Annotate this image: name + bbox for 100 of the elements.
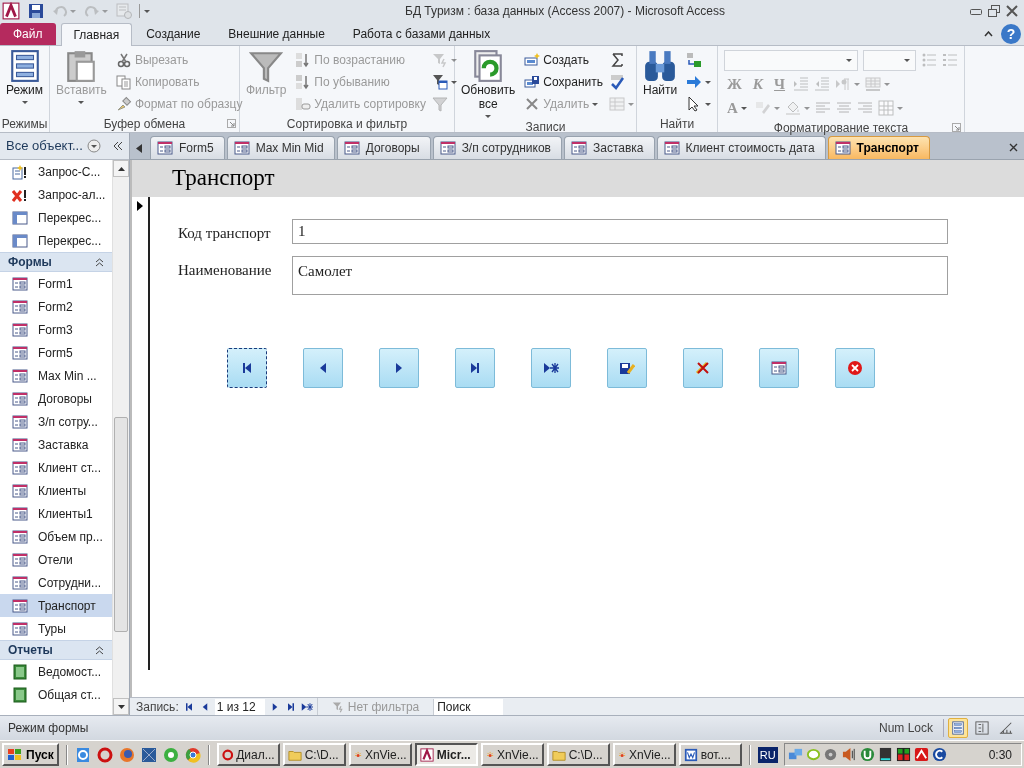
- restore-icon[interactable]: [988, 5, 1000, 17]
- document-tab[interactable]: Клиент стоимость дата: [656, 136, 826, 159]
- document-icon[interactable]: [74, 746, 91, 763]
- nav-item[interactable]: Заставка: [0, 433, 112, 456]
- scroll-left-icon[interactable]: [136, 143, 142, 153]
- record-number-field[interactable]: 1 из 12: [214, 698, 265, 715]
- view-button[interactable]: Режим: [3, 49, 46, 104]
- taskbar-button[interactable]: C:\D...: [282, 743, 346, 766]
- nav-item[interactable]: Запрос-ал...: [0, 183, 112, 206]
- form-button[interactable]: [759, 347, 799, 388]
- taskbar-button[interactable]: XnVie...: [480, 743, 544, 766]
- ribbon-tab[interactable]: Главная: [60, 23, 133, 46]
- section-header[interactable]: Отчеты: [0, 640, 112, 660]
- save-record-button[interactable]: [607, 347, 647, 388]
- document-tab[interactable]: Max Min Mid: [226, 136, 335, 159]
- form-view-button[interactable]: [948, 718, 968, 738]
- file-tab[interactable]: Файл: [0, 23, 56, 45]
- start-button[interactable]: Пуск: [2, 743, 59, 766]
- nav-item[interactable]: З/п сотру...: [0, 410, 112, 433]
- chat-icon[interactable]: [162, 746, 179, 763]
- nav-item[interactable]: Max Min ...: [0, 364, 112, 387]
- launcher-icon[interactable]: [952, 123, 961, 132]
- ribbon-tab[interactable]: Работа с базами данных: [338, 23, 505, 45]
- globe-icon[interactable]: [118, 746, 135, 763]
- collapse-pane-icon[interactable]: [113, 141, 123, 151]
- nav-item[interactable]: Запрос-С...: [0, 160, 112, 183]
- network-icon[interactable]: [787, 747, 803, 762]
- close-icon[interactable]: [1009, 142, 1018, 152]
- nav-item[interactable]: Ведомост...: [0, 660, 112, 683]
- document-tab[interactable]: Form5: [150, 136, 225, 159]
- language-indicator[interactable]: RU: [757, 746, 778, 763]
- nav-item[interactable]: Транспорт: [0, 594, 112, 617]
- layout-view-button[interactable]: [972, 718, 992, 738]
- close-button[interactable]: [835, 347, 875, 388]
- first-record-button[interactable]: [227, 347, 267, 388]
- last-record-button[interactable]: [455, 347, 495, 388]
- dropdown-icon[interactable]: [86, 139, 101, 153]
- speaker-icon[interactable]: [841, 747, 857, 762]
- caret-icon[interactable]: [21, 101, 28, 104]
- input-field[interactable]: Самолет: [292, 255, 948, 295]
- app-icon[interactable]: [2, 2, 20, 20]
- nav-item[interactable]: Отели: [0, 548, 112, 571]
- nav-item[interactable]: Туры: [0, 617, 112, 640]
- taskbar-button[interactable]: Micr...: [414, 743, 478, 766]
- collapse-icon[interactable]: [984, 31, 993, 37]
- launcher-icon[interactable]: [227, 119, 236, 128]
- arrow-icon[interactable]: [686, 74, 712, 90]
- section-header[interactable]: Формы: [0, 252, 112, 272]
- nav-item[interactable]: Сотрудни...: [0, 571, 112, 594]
- spell-check-icon[interactable]: [609, 74, 625, 90]
- new-record-icon[interactable]: [300, 700, 313, 713]
- input-field[interactable]: 1: [292, 219, 948, 244]
- sigma-icon[interactable]: [609, 52, 625, 68]
- nav-item[interactable]: Form5: [0, 341, 112, 364]
- chip-icon[interactable]: [877, 747, 893, 762]
- scrollbar[interactable]: [112, 160, 129, 715]
- nav-item[interactable]: Клиент ст...: [0, 456, 112, 479]
- document-tab[interactable]: Договоры: [336, 136, 431, 159]
- search-field[interactable]: Поиск: [433, 698, 504, 715]
- document-tab[interactable]: Заставка: [564, 136, 655, 159]
- document-tab[interactable]: З/п сотрудников: [432, 136, 562, 159]
- nav-item[interactable]: Form2: [0, 295, 112, 318]
- nav-item[interactable]: Клиенты1: [0, 502, 112, 525]
- nav-item[interactable]: Form3: [0, 318, 112, 341]
- replace-icon[interactable]: [686, 52, 703, 68]
- caret-icon[interactable]: [144, 9, 150, 13]
- nav-item[interactable]: Общая ст...: [0, 683, 112, 706]
- close-icon[interactable]: [1006, 5, 1018, 17]
- ribbon-button[interactable]: Сохранить: [524, 71, 603, 93]
- scroll-down-icon[interactable]: [117, 704, 125, 709]
- save-icon[interactable]: [28, 3, 44, 19]
- funnel-window-icon[interactable]: [432, 74, 457, 90]
- document-tab[interactable]: Транспорт: [827, 136, 930, 159]
- taskbar-button[interactable]: XnVie...: [612, 743, 676, 766]
- nav-item[interactable]: Form1: [0, 272, 112, 295]
- undo-record-button[interactable]: [683, 347, 723, 388]
- nav-item[interactable]: Объем пр...: [0, 525, 112, 548]
- taskbar-button[interactable]: C:\D...: [546, 743, 610, 766]
- caret-icon[interactable]: [485, 115, 492, 118]
- ribbon-tab[interactable]: Внешние данные: [214, 23, 339, 45]
- cursor-icon[interactable]: [686, 96, 712, 112]
- meter-icon[interactable]: [895, 747, 911, 762]
- ribbon-button[interactable]: Создать: [524, 49, 603, 71]
- nav-item[interactable]: Договоры: [0, 387, 112, 410]
- minimize-icon[interactable]: [970, 7, 982, 15]
- taskbar-button[interactable]: Диал...: [216, 743, 280, 766]
- nav-item[interactable]: Перекрес...: [0, 229, 112, 252]
- taskbar-button[interactable]: XnVie...: [348, 743, 412, 766]
- disc-icon[interactable]: [823, 747, 839, 762]
- taskbar-button[interactable]: вот....: [678, 743, 742, 766]
- nav-item[interactable]: Клиенты: [0, 479, 112, 502]
- help-button[interactable]: ?: [1001, 24, 1021, 44]
- wheel-icon[interactable]: [184, 746, 201, 763]
- nav-item[interactable]: Перекрес...: [0, 206, 112, 229]
- ring-icon[interactable]: [96, 746, 113, 763]
- binoculars-button[interactable]: Найти: [640, 49, 681, 97]
- refresh-button[interactable]: Обновить все: [458, 49, 519, 118]
- scroll-up-icon[interactable]: [117, 166, 125, 171]
- ribbon-tab[interactable]: Создание: [132, 23, 215, 45]
- new-record-button[interactable]: [531, 347, 571, 388]
